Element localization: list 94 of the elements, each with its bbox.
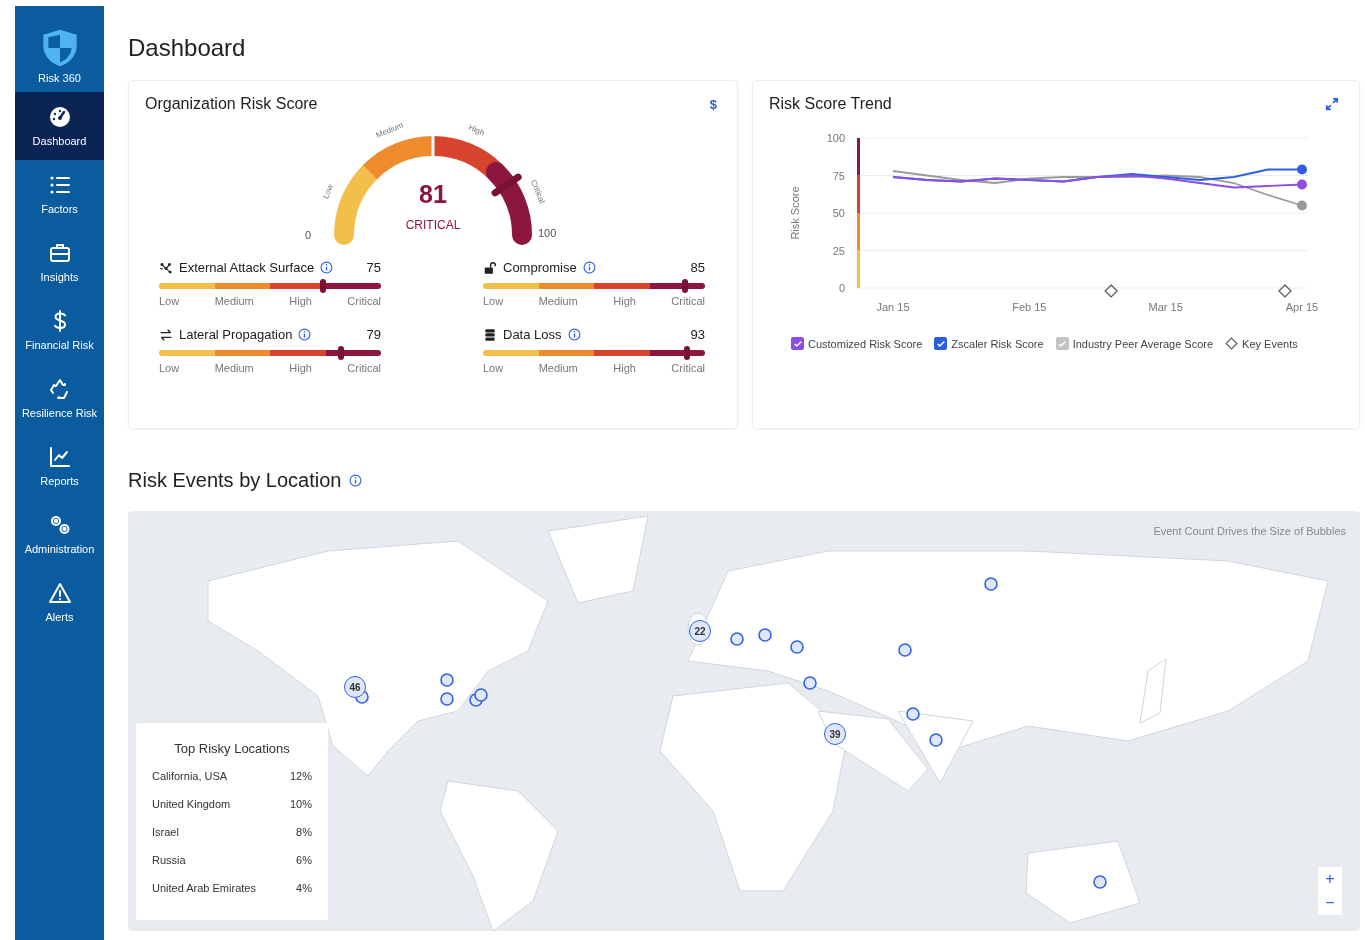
legend-label: Industry Peer Average Score (1072, 337, 1214, 350)
scale-label: Medium (538, 295, 578, 307)
band-label: High (467, 122, 486, 138)
y-tick-label: 100 (826, 132, 845, 144)
page-title: Dashboard (128, 34, 247, 62)
key-event-marker (1104, 284, 1118, 298)
nav-item[interactable]: Resilience Risk (15, 364, 104, 432)
info-icon (567, 328, 581, 341)
network-icon (159, 260, 173, 275)
section-title: Risk Events by Location (128, 469, 342, 492)
factor-score: 75 (366, 260, 381, 275)
y-tick-label: 50 (832, 207, 845, 219)
gauge-min: 0 (305, 229, 312, 241)
nav-item[interactable]: Factors (15, 160, 104, 228)
x-tick-label: Feb 15 (1012, 301, 1047, 313)
nav-item[interactable]: Financial Risk (15, 296, 104, 364)
info-icon (349, 474, 363, 487)
x-tick-label: Jan 15 (876, 301, 910, 313)
panel-title: Top Risky Locations (173, 741, 291, 756)
location-name: Israel (152, 826, 179, 840)
legend-checkbox[interactable] (791, 337, 804, 350)
check-icon (792, 338, 803, 349)
x-tick-label: Mar 15 (1148, 301, 1183, 313)
gauge-icon (47, 105, 72, 129)
scale-label: Low (159, 295, 180, 307)
legend-checkbox[interactable] (934, 337, 948, 350)
scale-label: High (613, 295, 636, 307)
factor-name: Compromise (503, 260, 577, 275)
scale-label: Critical (671, 362, 705, 374)
nav-item[interactable]: Alerts (15, 568, 104, 636)
scale-label: Critical (671, 295, 705, 307)
y-tick-label: 75 (832, 169, 845, 182)
scale-label: Medium (538, 362, 578, 374)
scale-label: Critical (347, 362, 381, 374)
location-share: 4% (296, 882, 312, 896)
database-icon (483, 327, 497, 342)
scale-label: Low (483, 295, 504, 307)
card-title: Risk Score Trend (769, 95, 892, 113)
legend-label: Key Events (1242, 337, 1298, 350)
currency-button[interactable]: $ (705, 96, 721, 112)
diamond-icon (1225, 337, 1239, 350)
risk-rating: CRITICAL (405, 218, 461, 232)
factor-name: Data Loss (503, 327, 562, 342)
factor-score: 79 (366, 327, 381, 342)
info-icon (298, 328, 312, 341)
x-tick-label: Apr 15 (1285, 301, 1319, 313)
scale-label: Low (159, 362, 180, 374)
location-share: 12% (289, 770, 312, 784)
nav-item[interactable]: Dashboard (15, 92, 104, 160)
logo-label: Risk 360 (38, 72, 81, 84)
gauge-max: 100 (538, 227, 557, 239)
location-share: 6% (296, 854, 312, 868)
legend-label: Customized Risk Score (808, 337, 923, 350)
key-event-marker (1278, 284, 1292, 298)
scale-label: Medium (214, 295, 254, 307)
location-name: Russia (152, 854, 186, 868)
risk-score: 81 (419, 180, 447, 208)
y-tick-label: 0 (838, 282, 845, 294)
scale-label: High (613, 362, 636, 374)
info-icon (582, 261, 596, 274)
map-note: Event Count Drives the Size of Bubbles (1153, 525, 1346, 537)
expand-icon (1325, 97, 1339, 111)
nav-item[interactable]: Reports (15, 432, 104, 500)
y-axis-title: Risk Score (789, 186, 801, 240)
arrows-icon (159, 327, 173, 342)
nav-item[interactable]: Insights (15, 228, 104, 296)
location-name: United Kingdom (152, 798, 231, 812)
location-share: 10% (289, 798, 312, 812)
factor-score: 93 (690, 327, 705, 342)
band-label: Low (321, 183, 336, 201)
legend-checkbox[interactable] (1055, 337, 1069, 350)
gauge-needle (491, 173, 522, 197)
location-name: United Arab Emirates (152, 882, 256, 896)
location-share: 8% (296, 826, 312, 840)
info-icon (320, 261, 334, 274)
factor-score: 85 (690, 260, 705, 275)
scale-label: Critical (347, 295, 381, 307)
scale-label: Low (483, 362, 504, 374)
factor-name: Lateral Propagation (179, 327, 293, 342)
legend-label: Zscaler Risk Score (951, 337, 1044, 350)
scale-label: High (289, 295, 312, 307)
card-title: Organization Risk Score (145, 95, 318, 113)
factor-name: External Attack Surface (179, 260, 315, 275)
nav-item[interactable]: Administration (15, 500, 104, 568)
scale-label: Medium (214, 362, 254, 374)
location-name: California, USA (152, 770, 228, 784)
check-icon (1057, 338, 1068, 349)
line-chart-icon (47, 445, 72, 469)
unlocked-icon (483, 260, 497, 275)
warning-icon (47, 581, 72, 605)
y-tick-label: 25 (832, 244, 845, 257)
briefcase-icon (47, 241, 72, 265)
scale-label: High (289, 362, 312, 374)
check-icon (935, 338, 946, 349)
